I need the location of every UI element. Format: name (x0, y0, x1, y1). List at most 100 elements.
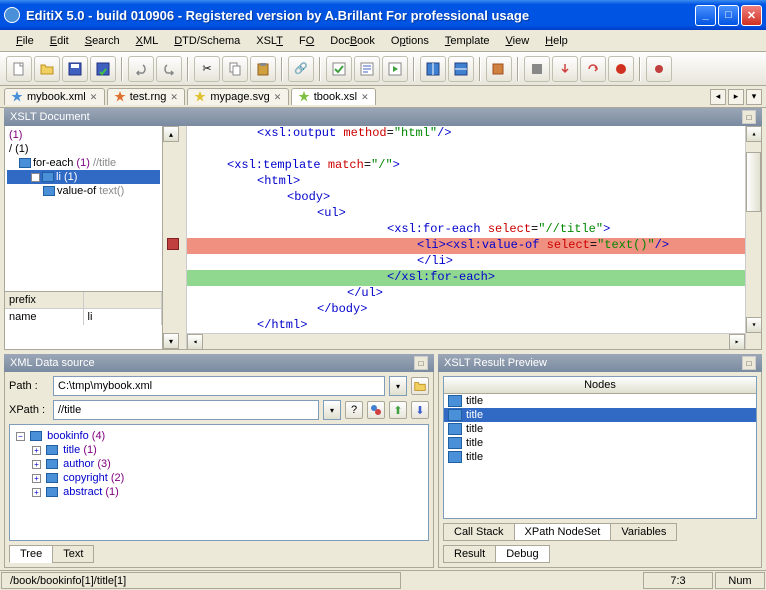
format-button[interactable] (354, 56, 380, 82)
nodes-row[interactable]: title (444, 394, 756, 408)
document-tabs: mybook.xml ✕ test.rng ✕ mypage.svg ✕ tbo… (0, 86, 766, 108)
nodes-row[interactable]: title (444, 436, 756, 450)
tab-debug[interactable]: Debug (495, 545, 549, 563)
validate-button[interactable] (326, 56, 352, 82)
ds-tab-tree[interactable]: Tree (9, 545, 53, 563)
scroll-left-icon[interactable]: ◂ (187, 334, 203, 349)
collapse-icon[interactable]: − (31, 173, 40, 182)
nodes-row[interactable]: title (444, 422, 756, 436)
tab-close-icon[interactable]: ✕ (274, 92, 284, 102)
menu-view[interactable]: View (498, 33, 538, 49)
scroll-down-button[interactable]: ▾ (163, 333, 179, 349)
datasource-header: XML Data source □ (4, 354, 434, 372)
split-h-button[interactable] (448, 56, 474, 82)
menu-fo[interactable]: FO (291, 33, 322, 49)
tab-mybook[interactable]: mybook.xml ✕ (4, 88, 105, 105)
panel-maximize-button[interactable]: □ (742, 356, 756, 370)
code-editor[interactable]: <xsl:output method="html"/> <xsl:templat… (187, 126, 761, 349)
menu-template[interactable]: Template (437, 33, 498, 49)
paste-button[interactable] (250, 56, 276, 82)
debug-stop-button[interactable] (608, 56, 634, 82)
nodes-row[interactable]: title (444, 408, 756, 422)
tree-node[interactable]: / (1) (7, 142, 160, 156)
tab-tbook[interactable]: tbook.xsl ✕ (291, 88, 376, 105)
menu-search[interactable]: Search (77, 33, 128, 49)
menu-xslt[interactable]: XSLT (248, 33, 291, 49)
ds-tab-text[interactable]: Text (52, 545, 94, 563)
minimize-button[interactable]: _ (695, 5, 716, 26)
maximize-button[interactable]: □ (718, 5, 739, 26)
redo-button[interactable] (156, 56, 182, 82)
tab-close-icon[interactable]: ✕ (90, 92, 100, 102)
menu-docbook[interactable]: DocBook (322, 33, 383, 49)
tab-close-icon[interactable]: ✕ (170, 92, 180, 102)
xpath-label: XPath : (9, 404, 49, 416)
tab-result[interactable]: Result (443, 545, 496, 563)
debug-into-button[interactable] (552, 56, 578, 82)
menu-help[interactable]: Help (537, 33, 576, 49)
open-button[interactable] (34, 56, 60, 82)
tree-node-foreach[interactable]: for-each (1) //title (7, 156, 160, 170)
panel-maximize-button[interactable]: □ (414, 356, 428, 370)
scroll-up-icon[interactable]: ▴ (746, 126, 761, 142)
scroll-thumb[interactable] (746, 152, 761, 212)
save-all-button[interactable] (90, 56, 116, 82)
xpath-prev-button[interactable]: ⬆ (389, 401, 407, 419)
link-button[interactable]: 🔗 (288, 56, 314, 82)
tab-xpath-nodeset[interactable]: XPath NodeSet (514, 523, 612, 541)
breakpoint-marker[interactable] (167, 238, 179, 250)
copy-button[interactable] (222, 56, 248, 82)
tab-variables[interactable]: Variables (610, 523, 677, 541)
debug-over-button[interactable] (580, 56, 606, 82)
structure-tree[interactable]: (1) / (1) for-each (1) //title −li (1) v… (5, 126, 162, 291)
prop-name-value[interactable]: li (84, 309, 163, 325)
datasource-tree[interactable]: − bookinfo (4) + title (1) + author (3) … (9, 424, 429, 541)
tree-node-valueof[interactable]: value-of text() (7, 184, 160, 198)
menu-edit[interactable]: Edit (42, 33, 77, 49)
tab-list-button[interactable]: ▾ (746, 89, 762, 105)
ds-tree-item[interactable]: + author (3) (14, 457, 424, 471)
save-button[interactable] (62, 56, 88, 82)
xpath-input[interactable] (53, 400, 319, 420)
path-dropdown-button[interactable]: ▾ (389, 376, 407, 396)
debug-step-button[interactable] (524, 56, 550, 82)
menu-file[interactable]: File (8, 33, 42, 49)
undo-button[interactable] (128, 56, 154, 82)
tab-close-icon[interactable]: ✕ (361, 92, 371, 102)
transform-button[interactable] (486, 56, 512, 82)
tree-node-li[interactable]: −li (1) (7, 170, 160, 184)
breakpoint-button[interactable] (646, 56, 672, 82)
horizontal-scrollbar[interactable]: ◂ ▸ (187, 333, 745, 349)
ds-tree-item[interactable]: + abstract (1) (14, 485, 424, 499)
cut-button[interactable]: ✂ (194, 56, 220, 82)
editor-gutter[interactable]: ▴ ▾ (163, 126, 187, 349)
ds-tree-root[interactable]: − bookinfo (4) (14, 429, 424, 443)
panel-maximize-button[interactable]: □ (742, 110, 756, 124)
scroll-right-icon[interactable]: ▸ (729, 334, 745, 349)
tree-node[interactable]: (1) (7, 128, 160, 142)
nodes-row[interactable]: title (444, 450, 756, 464)
new-button[interactable] (6, 56, 32, 82)
tab-prev-button[interactable]: ◂ (710, 89, 726, 105)
vertical-scrollbar[interactable]: ▴ ▾ (745, 126, 761, 349)
path-input[interactable] (53, 376, 385, 396)
xpath-next-button[interactable]: ⬇ (411, 401, 429, 419)
split-v-button[interactable] (420, 56, 446, 82)
ds-tree-item[interactable]: + title (1) (14, 443, 424, 457)
ds-tree-item[interactable]: + copyright (2) (14, 471, 424, 485)
scroll-down-icon[interactable]: ▾ (746, 317, 761, 333)
scroll-up-button[interactable]: ▴ (163, 126, 179, 142)
tab-mypage[interactable]: mypage.svg ✕ (187, 88, 288, 105)
menu-dtd[interactable]: DTD/Schema (166, 33, 248, 49)
xpath-help-button[interactable]: ? (345, 401, 363, 419)
run-button[interactable] (382, 56, 408, 82)
menu-xml[interactable]: XML (128, 33, 167, 49)
tab-callstack[interactable]: Call Stack (443, 523, 515, 541)
tab-test[interactable]: test.rng ✕ (107, 88, 186, 105)
xpath-run-button[interactable] (367, 401, 385, 419)
close-button[interactable]: ✕ (741, 5, 762, 26)
xpath-dropdown-button[interactable]: ▾ (323, 400, 341, 420)
browse-button[interactable] (411, 377, 429, 395)
tab-next-button[interactable]: ▸ (728, 89, 744, 105)
menu-options[interactable]: Options (383, 33, 437, 49)
